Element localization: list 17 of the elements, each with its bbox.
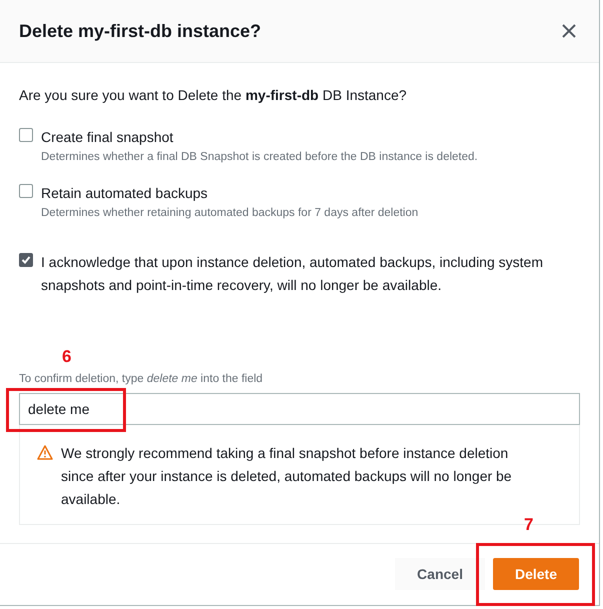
checkbox-description: Determines whether a final DB Snapshot is created before the DB instance is deleted. bbox=[41, 150, 478, 165]
confirm-input-field[interactable]: delete me bbox=[19, 392, 580, 425]
checkbox-label: Retain automated backups bbox=[41, 184, 209, 204]
confirmation-question: Are you sure you want to Delete the my-first-db DB Instance? bbox=[19, 86, 408, 105]
checkbox[interactable] bbox=[19, 128, 33, 142]
checkbox[interactable] bbox=[19, 184, 33, 198]
checkbox-label: Create final snapshot bbox=[41, 128, 174, 147]
cancel-button[interactable]: Cancel bbox=[395, 558, 485, 590]
close-icon[interactable] bbox=[561, 23, 577, 39]
step-number: 6 bbox=[62, 346, 72, 368]
step-number: 7 bbox=[524, 514, 534, 536]
warning-icon bbox=[37, 444, 53, 460]
checkbox-description: Determines whether retaining automated backups for 7 days after deletion bbox=[41, 206, 418, 222]
checkbox[interactable] bbox=[19, 252, 33, 266]
dialog-title: Delete my-first-db instance? bbox=[19, 20, 262, 43]
checkbox-label: I acknowledge that upon instance deletion, automated backups, including system snapshots and point-in-time recovery, will no longer be available. bbox=[41, 252, 544, 295]
confirm-field-label: To confirm deletion, type delete me into the field bbox=[19, 372, 264, 386]
